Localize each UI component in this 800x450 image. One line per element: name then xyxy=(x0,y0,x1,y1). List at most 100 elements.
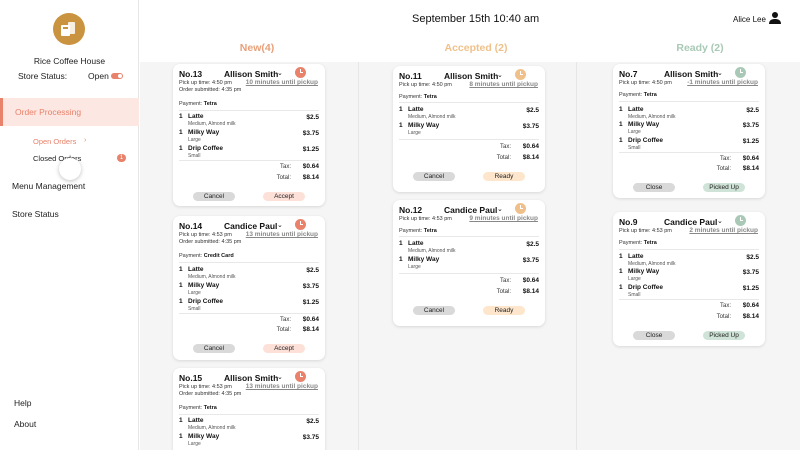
close-button[interactable]: Close xyxy=(633,183,675,192)
picked-up-button[interactable]: Picked Up xyxy=(703,331,745,340)
chevron-down-icon[interactable]: ⌄ xyxy=(277,69,283,77)
time-until-pickup: 2 minutes until pickup xyxy=(689,227,758,234)
pickup-time: Pick up time: 4:53 pm xyxy=(179,232,232,238)
order-card-14[interactable]: No.14 Candice Paul ⌄ Pick up time: 4:53 … xyxy=(173,216,325,360)
clock-icon xyxy=(515,69,526,80)
total-label: Total: xyxy=(276,327,291,333)
chevron-down-icon[interactable]: ⌄ xyxy=(497,205,503,213)
order-card-15[interactable]: No.15 Allison Smith ⌄ Pick up time: 4:53… xyxy=(173,368,325,450)
total-value: $8.14 xyxy=(522,288,539,295)
payment-method: Payment: Tetra xyxy=(619,92,657,98)
column-divider xyxy=(576,62,577,450)
pickup-time: Pick up time: 4:50 pm xyxy=(399,82,452,88)
order-card-9[interactable]: No.9 Candice Paul ⌄ Pick up time: 4:53 p… xyxy=(613,212,765,346)
cancel-button[interactable]: Cancel xyxy=(413,172,455,181)
clock-icon xyxy=(515,203,526,214)
accept-button[interactable]: Accept xyxy=(263,344,305,353)
chevron-down-icon[interactable]: ⌄ xyxy=(277,221,283,229)
chevron-down-icon[interactable]: ⌄ xyxy=(277,373,283,381)
store-open-toggle[interactable] xyxy=(111,73,123,79)
order-number: No.13 xyxy=(179,69,203,79)
divider xyxy=(399,102,539,103)
tax-value: $0.64 xyxy=(742,155,759,162)
clock-icon xyxy=(735,215,746,226)
time-until-pickup: -1 minutes until pickup xyxy=(687,79,758,86)
divider xyxy=(179,414,319,415)
customer-name[interactable]: Allison Smith xyxy=(224,69,278,79)
order-card-7[interactable]: No.7 Allison Smith ⌄ Pick up time: 4:50 … xyxy=(613,64,765,198)
chevron-down-icon[interactable]: ⌄ xyxy=(717,217,723,225)
order-card-11[interactable]: No.11 Allison Smith ⌄ Pick up time: 4:50… xyxy=(393,66,545,192)
time-until-pickup: 13 minutes until pickup xyxy=(245,231,318,238)
customer-name[interactable]: Allison Smith xyxy=(664,69,718,79)
order-number: No.9 xyxy=(619,217,638,227)
clock-icon xyxy=(295,67,306,78)
user-icon[interactable] xyxy=(768,11,782,25)
order-submitted-time: Order submitted: 4:35 pm xyxy=(179,87,242,93)
tax-value: $0.64 xyxy=(302,316,319,323)
divider xyxy=(619,249,759,250)
order-number: No.11 xyxy=(399,71,422,81)
coffee-cup-icon xyxy=(61,22,75,36)
cancel-button[interactable]: Cancel xyxy=(413,306,455,315)
divider xyxy=(399,273,539,274)
total-label: Total: xyxy=(496,155,511,161)
tax-value: $0.64 xyxy=(522,143,539,150)
order-card-12[interactable]: No.12 Candice Paul ⌄ Pick up time: 4:53 … xyxy=(393,200,545,326)
ready-button[interactable]: Ready xyxy=(483,172,525,181)
divider xyxy=(179,110,319,111)
customer-name[interactable]: Allison Smith xyxy=(444,71,498,81)
clock-icon xyxy=(295,371,306,382)
payment-method: Payment: Tetra xyxy=(619,240,657,246)
cancel-button[interactable]: Cancel xyxy=(193,344,235,353)
customer-name[interactable]: Candice Paul xyxy=(664,217,717,227)
accept-button[interactable]: Accept xyxy=(263,192,305,201)
total-value: $8.14 xyxy=(302,326,319,333)
tax-value: $0.64 xyxy=(742,302,759,309)
divider xyxy=(179,160,319,161)
customer-name[interactable]: Candice Paul xyxy=(444,205,497,215)
ready-button[interactable]: Ready xyxy=(483,306,525,315)
divider xyxy=(619,152,759,153)
nav-store-status[interactable]: Store Status xyxy=(12,209,59,219)
tax-label: Tax: xyxy=(499,144,511,150)
cancel-button[interactable]: Cancel xyxy=(193,192,235,201)
clock-icon xyxy=(295,219,306,230)
order-number: No.12 xyxy=(399,205,423,215)
payment-method: Payment: Tetra xyxy=(179,405,217,411)
close-button[interactable]: Close xyxy=(633,331,675,340)
pickup-time: Pick up time: 4:53 pm xyxy=(179,384,232,390)
time-until-pickup: 10 minutes until pickup xyxy=(245,79,318,86)
column-title-new: New(4) xyxy=(239,42,275,54)
total-value: $8.14 xyxy=(302,174,319,181)
nav-menu-management[interactable]: Menu Management xyxy=(12,181,85,191)
nav-about[interactable]: About xyxy=(14,419,36,429)
tax-value: $0.64 xyxy=(522,277,539,284)
customer-name[interactable]: Candice Paul xyxy=(224,221,277,231)
order-card-13[interactable]: No.13 Allison Smith ⌄ Pick up time: 4:50… xyxy=(173,64,325,206)
order-number: No.14 xyxy=(179,221,203,231)
nav-open-orders[interactable]: Open Orders xyxy=(33,137,76,146)
user-name[interactable]: Alice Lee xyxy=(733,15,766,24)
store-status-value: Open xyxy=(88,71,109,81)
divider xyxy=(399,236,539,237)
customer-name[interactable]: Allison Smith xyxy=(224,373,278,383)
payment-method: Payment: Tetra xyxy=(179,101,217,107)
chevron-down-icon[interactable]: ⌄ xyxy=(717,69,723,77)
picked-up-button[interactable]: Picked Up xyxy=(703,183,745,192)
total-label: Total: xyxy=(276,175,291,181)
nav-order-processing[interactable]: Order Processing xyxy=(0,98,139,126)
tax-label: Tax: xyxy=(719,156,731,162)
store-status-label: Store Status: Open xyxy=(18,71,109,81)
pickup-time: Pick up time: 4:50 pm xyxy=(619,80,672,86)
clock-icon xyxy=(735,67,746,78)
chevron-right-icon: › xyxy=(84,137,87,144)
divider xyxy=(179,262,319,263)
nav-help[interactable]: Help xyxy=(14,398,31,408)
column-title-accepted: Accepted (2) xyxy=(444,42,508,54)
chevron-down-icon[interactable]: ⌄ xyxy=(497,71,503,79)
nav-order-processing-label: Order Processing xyxy=(15,107,82,117)
column-divider xyxy=(358,62,359,450)
order-item: 1 Milky Way Large $3.75 xyxy=(179,433,319,447)
store-name: Rice Coffee House xyxy=(33,56,106,66)
